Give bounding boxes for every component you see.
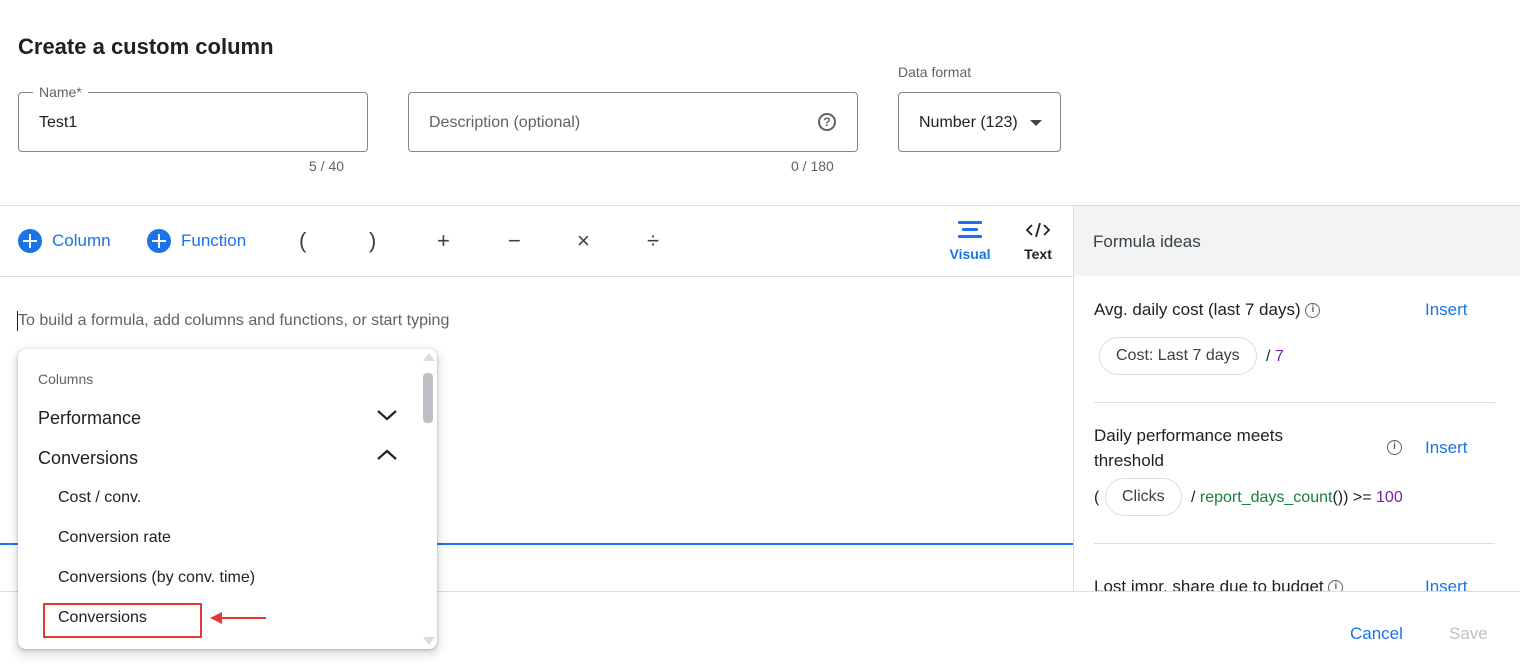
visual-mode-label: Visual — [949, 246, 991, 262]
name-counter: 5 / 40 — [309, 158, 345, 174]
formula-op-text: / — [1266, 348, 1271, 365]
dropdown-item-conversions-by-time[interactable]: Conversions (by conv. time) — [58, 569, 255, 587]
formula-ideas-header: Formula ideas — [1074, 206, 1520, 276]
divide-button[interactable]: ÷ — [647, 228, 659, 254]
formula-compare: >= — [1352, 489, 1372, 506]
idea-title: Avg. daily cost (last 7 days) i — [1094, 297, 1321, 322]
page-title: Create a custom column — [18, 34, 274, 59]
multiply-button[interactable]: × — [577, 228, 590, 254]
add-circle-icon — [18, 229, 42, 253]
annotation-arrow-icon — [210, 612, 222, 624]
formula-expression: / report_days_count()) >= 100 — [1191, 489, 1403, 507]
idea-title: Daily performance meets threshold — [1094, 426, 1283, 470]
idea-clip: Lost impr. share due to budget i Insert — [1094, 560, 1520, 591]
category-label: Conversions — [38, 448, 139, 468]
insert-button[interactable]: Insert — [1425, 577, 1468, 591]
insert-button[interactable]: Insert — [1425, 438, 1468, 458]
column-chip: Cost: Last 7 days — [1099, 337, 1257, 375]
dropdown-item-conversion-rate[interactable]: Conversion rate — [58, 529, 171, 547]
help-icon[interactable]: ? — [818, 113, 836, 131]
divider — [0, 276, 1074, 277]
align-center-icon — [958, 221, 982, 238]
add-function-label: Function — [181, 231, 247, 250]
formula-op-text: / — [1191, 489, 1196, 506]
category-conversions[interactable]: Conversions — [38, 448, 398, 469]
minus-button[interactable]: − — [508, 228, 521, 254]
divider — [1094, 402, 1495, 403]
name-label: Name* — [33, 84, 88, 100]
open-paren-button[interactable]: ( — [299, 228, 306, 254]
data-format-label: Data format — [898, 64, 972, 80]
cancel-button[interactable]: Cancel — [1350, 624, 1403, 644]
chevron-up-icon — [377, 449, 397, 460]
add-circle-icon — [147, 229, 171, 253]
plus-button[interactable]: + — [437, 228, 450, 254]
formula-number: 100 — [1376, 489, 1403, 506]
name-input-value[interactable]: Test1 — [39, 114, 77, 132]
close-paren-button[interactable]: ) — [369, 228, 376, 254]
add-column-button[interactable]: Column — [18, 229, 111, 253]
info-icon[interactable]: i — [1305, 303, 1321, 319]
save-button[interactable]: Save — [1449, 624, 1488, 644]
formula-close: ()) — [1332, 489, 1349, 506]
scroll-up-icon[interactable] — [423, 353, 435, 361]
dropdown-header: Columns — [38, 371, 94, 387]
info-icon[interactable]: i — [1387, 440, 1402, 455]
formula-function: report_days_count — [1199, 489, 1333, 506]
text-mode-button[interactable]: Text — [1018, 220, 1058, 262]
description-field[interactable]: Description (optional) ? — [408, 92, 858, 152]
category-label: Performance — [38, 408, 142, 428]
scroll-thumb[interactable] — [423, 373, 433, 423]
idea-title-text: Lost impr. share due to budget — [1094, 577, 1324, 591]
visual-mode-button[interactable]: Visual — [946, 220, 994, 262]
dropdown-scrollbar[interactable] — [421, 353, 435, 645]
insert-button[interactable]: Insert — [1425, 300, 1468, 320]
column-chip: Clicks — [1105, 478, 1182, 516]
annotation-highlight-box — [43, 603, 202, 638]
annotation-arrow-line — [220, 617, 266, 619]
formula-number: 7 — [1274, 348, 1284, 365]
description-placeholder: Description (optional) — [429, 114, 581, 131]
add-column-label: Column — [52, 231, 111, 250]
data-format-select[interactable]: Number (123) — [898, 92, 1061, 152]
data-format-value: Number (123) — [919, 114, 1018, 131]
name-field[interactable]: Name* Test1 — [18, 84, 368, 152]
scroll-down-icon[interactable] — [423, 637, 435, 645]
idea-title-text: Avg. daily cost (last 7 days) — [1094, 300, 1301, 319]
dropdown-item-cost-per-conv[interactable]: Cost / conv. — [58, 489, 141, 507]
formula-editor-placeholder[interactable]: To build a formula, add columns and func… — [18, 312, 449, 330]
text-mode-label: Text — [1024, 246, 1052, 262]
formula-open-paren: ( — [1094, 489, 1100, 506]
caret-down-icon — [1030, 120, 1042, 126]
description-counter: 0 / 180 — [791, 158, 834, 174]
chevron-down-icon — [377, 410, 397, 421]
add-function-button[interactable]: Function — [147, 229, 246, 253]
code-icon — [1025, 222, 1051, 238]
formula-ideas-title: Formula ideas — [1093, 232, 1201, 251]
formula-operator: / 7 — [1266, 348, 1284, 366]
idea-title: Lost impr. share due to budget i — [1094, 574, 1344, 591]
divider — [1094, 543, 1495, 544]
info-icon[interactable]: i — [1328, 580, 1344, 591]
category-performance[interactable]: Performance — [38, 408, 398, 429]
